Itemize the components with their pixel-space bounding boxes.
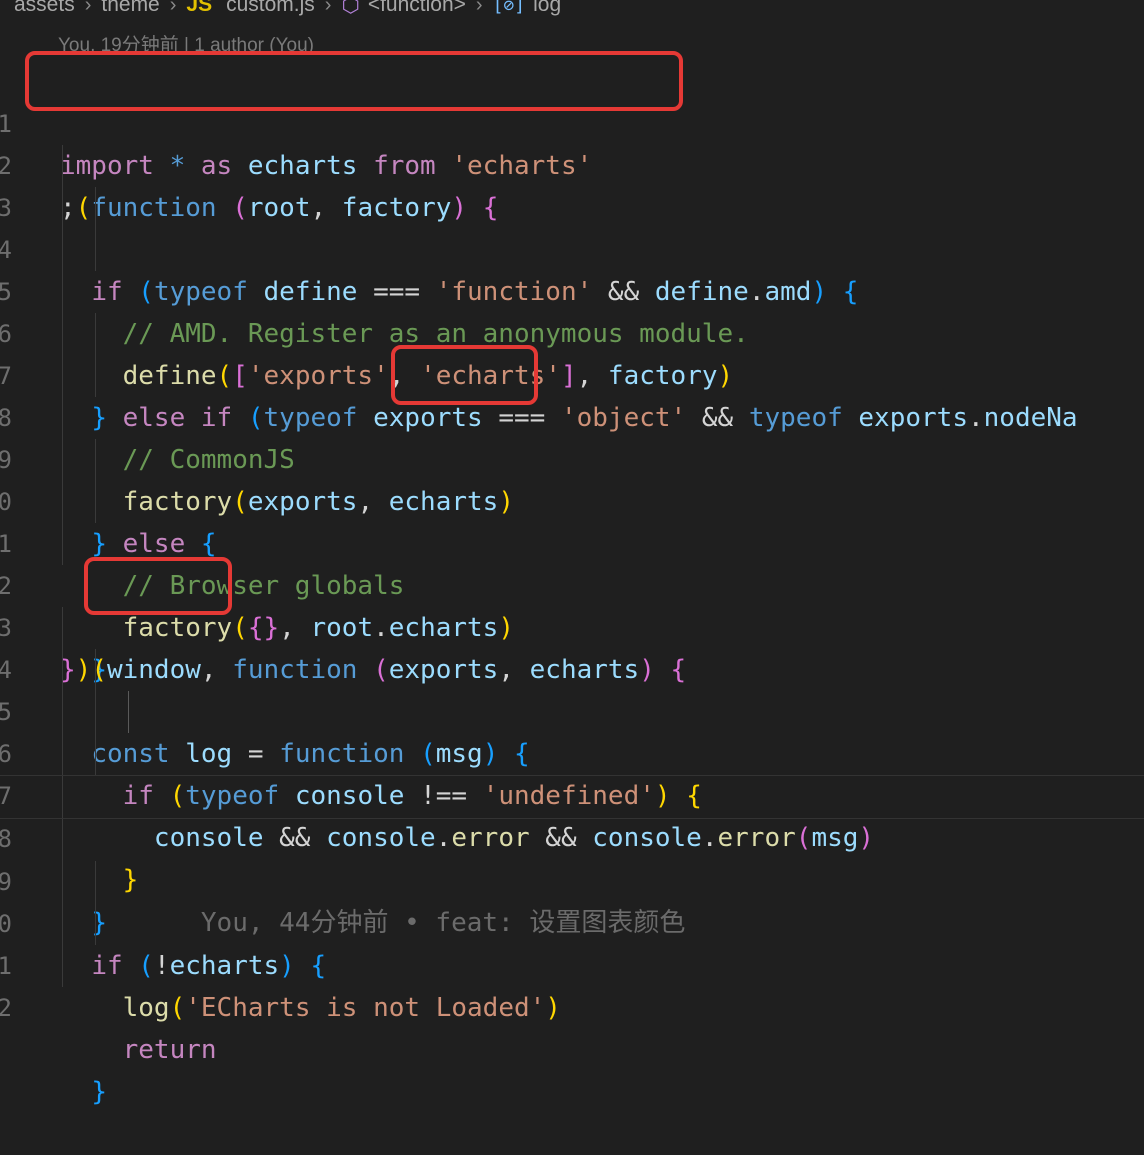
code-line: 6 console && console.error && console.er… [0,691,1144,853]
code-editor[interactable]: 1 import * as echarts from 'echarts' 2 ;… [0,61,1144,1107]
highlight-box-import [25,51,683,111]
breadcrumb-symbol-function[interactable]: <function> [368,0,466,17]
breadcrumb-folder-theme[interactable]: theme [101,0,159,17]
chevron-right-icon: › [324,0,332,16]
code-line: 5 if (typeof console !== 'undefined') { [0,649,1144,811]
code-line: 9 if (!echarts) { [0,819,1144,981]
highlight-box-echarts-arg [391,345,538,405]
chevron-right-icon: › [475,0,483,16]
chevron-right-icon: › [84,0,92,16]
code-line: 2 } [0,945,1144,1107]
code-line: 1 factory({}, root.echarts) [0,481,1144,643]
code-line-current: 8 } You, 44分钟前 • feat: 设置图表颜色 [0,775,1144,938]
code-line: 0 log('ECharts is not Loaded') [0,861,1144,1023]
code-line: 0 // Browser globals [0,439,1144,601]
breadcrumb-symbol-log[interactable]: log [533,0,561,17]
breadcrumb: assets › theme › JS custom.js › ⬡ <funct… [0,0,1144,20]
code-line: 7 // CommonJS [0,313,1144,475]
breadcrumb-file[interactable]: custom.js [226,0,315,17]
code-line: 4 // AMD. Register as an anonymous modul… [0,187,1144,349]
chevron-right-icon: › [169,0,177,16]
variable-icon: [⊘] [492,0,526,16]
code-line: 6 } else if (typeof exports === 'object'… [0,271,1144,433]
code-line: 3 if (typeof define === 'function' && de… [0,145,1144,307]
cube-icon: ⬡ [341,0,360,17]
breadcrumb-folder-assets[interactable]: assets [14,0,75,17]
code-line: 1 return [0,903,1144,1065]
javascript-file-icon: JS [186,0,213,16]
code-line: 8 factory(exports, echarts) [0,355,1144,517]
line-number: 2 [0,994,12,1022]
code-line: 9 } else { [0,397,1144,559]
code-line: 7 } [0,733,1144,895]
highlight-box-window [84,557,232,615]
code-line: 5 define(['exports', 'echarts'], factory… [0,229,1144,391]
